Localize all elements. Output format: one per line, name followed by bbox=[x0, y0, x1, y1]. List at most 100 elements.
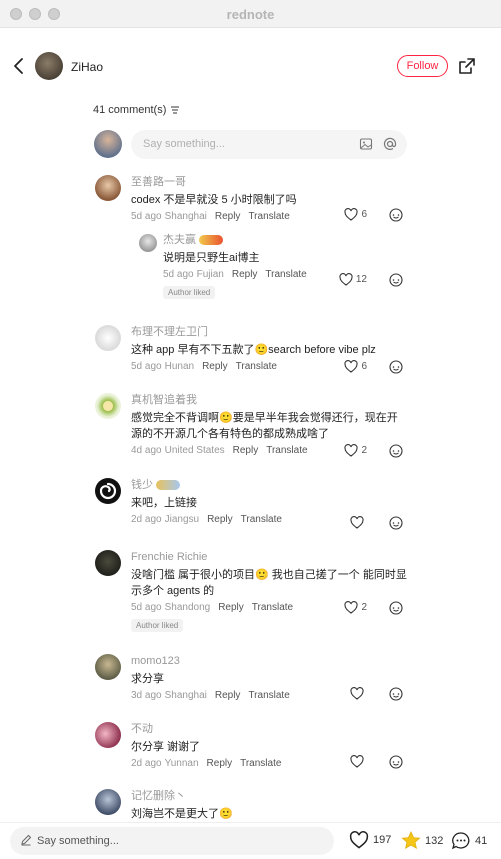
like-count: 6 bbox=[361, 209, 367, 220]
heart-icon bbox=[350, 516, 364, 529]
commenter-avatar[interactable] bbox=[95, 393, 121, 419]
post-comment-button[interactable]: 41 bbox=[451, 831, 487, 850]
translate-button[interactable]: Translate bbox=[248, 211, 289, 222]
title-bar: rednote bbox=[0, 0, 501, 28]
comment-reply-icon[interactable] bbox=[389, 273, 403, 287]
commenter-name[interactable]: momo123 bbox=[131, 654, 180, 668]
author-avatar[interactable] bbox=[35, 52, 63, 80]
reply-button[interactable]: Reply bbox=[215, 690, 241, 701]
pencil-icon bbox=[21, 834, 32, 846]
commenter-avatar[interactable] bbox=[95, 325, 121, 351]
author-liked-tag: Author liked bbox=[163, 286, 216, 299]
comment-text: 刘海岂不是更大了🙂 bbox=[131, 808, 233, 820]
post-like-count: 197 bbox=[373, 834, 392, 846]
like-button[interactable]: 12 bbox=[339, 273, 367, 286]
reply-button[interactable]: Reply bbox=[218, 602, 244, 613]
comment-reply-icon[interactable] bbox=[389, 208, 403, 222]
heart-icon bbox=[344, 208, 358, 221]
comment-reply-icon[interactable] bbox=[389, 755, 403, 769]
comment-count[interactable]: 41 comment(s) bbox=[93, 104, 180, 116]
comment-text: 尔分享 谢谢了 bbox=[131, 741, 201, 753]
back-arrow-icon[interactable] bbox=[10, 56, 28, 76]
comment-reply-icon[interactable] bbox=[389, 516, 403, 530]
comment-location: Shanghai bbox=[164, 690, 207, 701]
commenter-name[interactable]: 记忆删除丶 bbox=[131, 789, 186, 803]
translate-button[interactable]: Translate bbox=[241, 514, 282, 525]
commenter-name[interactable]: 钱少 bbox=[131, 478, 153, 492]
comment-time: 5d ago bbox=[131, 361, 162, 372]
follow-button[interactable]: Follow bbox=[397, 55, 448, 77]
heart-icon bbox=[344, 444, 358, 457]
commenter-avatar[interactable] bbox=[95, 722, 121, 748]
author-name[interactable]: ZiHao bbox=[71, 60, 103, 74]
comment-time: 4d ago bbox=[131, 445, 162, 456]
like-count: 12 bbox=[355, 274, 367, 285]
translate-button[interactable]: Translate bbox=[266, 445, 307, 456]
comment-reply-icon[interactable] bbox=[389, 360, 403, 374]
comment-reply-icon[interactable] bbox=[389, 444, 403, 458]
swirl-logo-icon bbox=[99, 482, 117, 500]
comment-text: 没啥门槛 属于很小的项目🙂 我也自己搓了一个 能同时显示多个 agents 的 bbox=[131, 569, 407, 597]
comment-location: Shandong bbox=[164, 602, 211, 613]
like-button[interactable]: 2 bbox=[344, 444, 367, 457]
star-icon bbox=[401, 831, 421, 850]
bottom-comment-input[interactable]: Say something... bbox=[10, 827, 334, 855]
like-button[interactable]: 2 bbox=[344, 601, 367, 614]
commenter-avatar[interactable] bbox=[95, 478, 121, 504]
comment-input-placeholder: Say something... bbox=[143, 138, 225, 150]
post-like-button[interactable]: 197 bbox=[349, 831, 391, 849]
comment-text: 来吧，上链接 bbox=[131, 497, 197, 509]
translate-button[interactable]: Translate bbox=[240, 758, 281, 769]
comment-bubble-icon bbox=[451, 832, 470, 850]
translate-button[interactable]: Translate bbox=[248, 690, 289, 701]
reply-button[interactable]: Reply bbox=[215, 211, 241, 222]
reply-button[interactable]: Reply bbox=[207, 514, 233, 525]
post-collect-count: 132 bbox=[425, 834, 444, 847]
commenter-avatar[interactable] bbox=[139, 234, 157, 252]
comment-reply-icon[interactable] bbox=[389, 687, 403, 701]
sort-icon[interactable] bbox=[170, 106, 180, 114]
commenter-name[interactable]: 至善路一哥 bbox=[131, 175, 186, 189]
comment-text: 这种 app 早有不下五款了🙂search before vibe plz bbox=[131, 344, 376, 356]
commenter-name[interactable]: 真机智追着我 bbox=[131, 393, 197, 407]
comment-time: 5d ago bbox=[131, 211, 162, 222]
commenter-name[interactable]: 不动 bbox=[131, 722, 153, 736]
reply-button[interactable]: Reply bbox=[232, 269, 258, 280]
like-button[interactable]: 6 bbox=[344, 208, 367, 221]
translate-button[interactable]: Translate bbox=[265, 269, 306, 280]
commenter-name[interactable]: 杰夫赢 bbox=[163, 233, 196, 247]
author-liked-tag: Author liked bbox=[131, 619, 184, 632]
like-button[interactable] bbox=[350, 516, 367, 529]
level-badge bbox=[156, 480, 180, 490]
reply-button[interactable]: Reply bbox=[233, 445, 259, 456]
reply-button[interactable]: Reply bbox=[207, 758, 233, 769]
comment-location: Hunan bbox=[164, 361, 195, 372]
translate-button[interactable]: Translate bbox=[236, 361, 277, 372]
reply-button[interactable]: Reply bbox=[202, 361, 228, 372]
commenter-avatar[interactable] bbox=[95, 789, 121, 815]
comment-location: Yunnan bbox=[164, 758, 199, 769]
comment-location: United States bbox=[164, 445, 225, 456]
comment-location: Jiangsu bbox=[164, 514, 200, 525]
like-button[interactable]: 6 bbox=[344, 360, 367, 373]
bottom-bar: Say something... 197 132 41 bbox=[0, 822, 501, 859]
window-title: rednote bbox=[226, 7, 275, 22]
translate-button[interactable]: Translate bbox=[252, 602, 293, 613]
like-button[interactable] bbox=[350, 755, 367, 768]
image-icon[interactable] bbox=[359, 137, 373, 151]
mention-icon[interactable] bbox=[383, 137, 397, 151]
like-button[interactable] bbox=[350, 687, 367, 700]
commenter-name[interactable]: Frenchie Richie bbox=[131, 550, 207, 564]
commenter-avatar[interactable] bbox=[95, 654, 121, 680]
commenter-avatar[interactable] bbox=[95, 175, 121, 201]
post-collect-button[interactable]: 132 bbox=[401, 831, 443, 850]
comment-text: 感觉完全不背调啊🙂要是早半年我会觉得还行，现在开源的不开源几个各有特色的都成熟成… bbox=[131, 412, 398, 440]
comment-time: 2d ago bbox=[131, 758, 162, 769]
comment-reply-icon[interactable] bbox=[389, 601, 403, 615]
like-count: 6 bbox=[361, 361, 367, 372]
share-icon[interactable] bbox=[457, 56, 477, 76]
commenter-avatar[interactable] bbox=[95, 550, 121, 576]
my-avatar bbox=[94, 130, 122, 158]
commenter-name[interactable]: 布理不理左卫门 bbox=[131, 325, 208, 339]
comment-input[interactable]: Say something... bbox=[131, 130, 407, 159]
